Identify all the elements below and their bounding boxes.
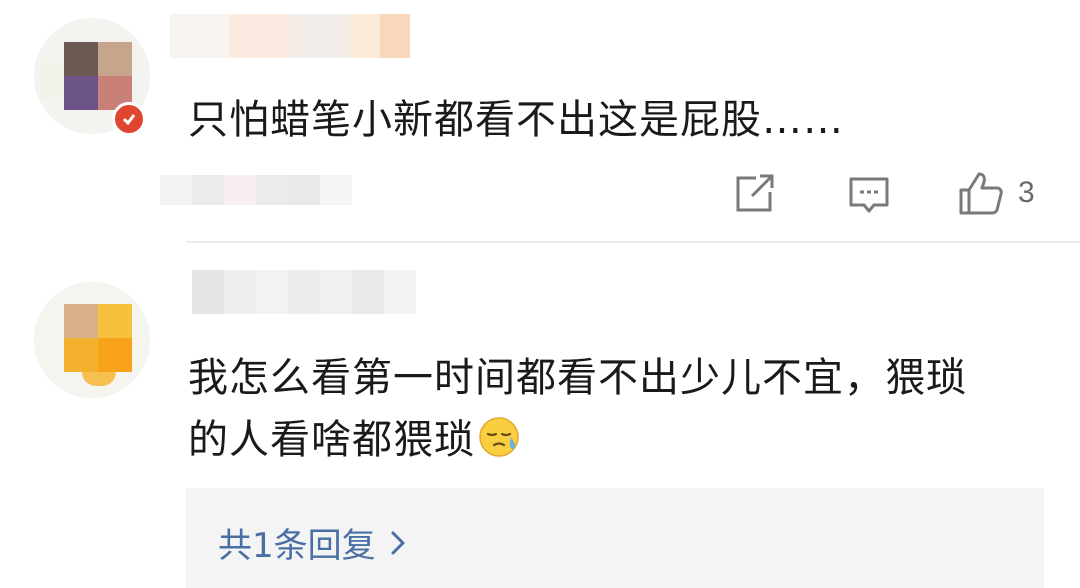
comment-item: 只怕蜡笔小新都看不出这是屁股…… 3 [0,0,1080,242]
verified-badge-icon [112,102,146,136]
avatar[interactable] [34,282,150,398]
share-icon [736,174,774,212]
comment-text-line-2-content: 的人看啥都猥琐 [188,417,475,463]
share-button[interactable] [734,174,776,214]
thumbs-up-icon [959,172,1003,215]
replies-panel: 共1条回复 [186,488,1044,588]
view-replies-label: 共1条回复 [218,526,376,566]
username[interactable] [170,14,420,58]
comment-text: 只怕蜡笔小新都看不出这是屁股…… [188,97,844,143]
chevron-right-icon [391,531,405,554]
username[interactable] [192,270,418,314]
like-button[interactable]: 3 [958,170,1035,216]
divider [186,241,1080,243]
comment-text-line-2: 的人看啥都猥琐 [188,408,521,478]
comment-meta [160,175,352,205]
comment-text-line-1: 我怎么看第一时间都看不出少儿不宜，猥琐 [188,355,967,401]
sweat-face-emoji [477,414,521,478]
view-replies-link[interactable]: 共1条回复 [218,518,406,567]
like-count: 3 [1018,176,1035,209]
reply-button[interactable] [848,176,890,216]
comment-icon [849,177,889,213]
